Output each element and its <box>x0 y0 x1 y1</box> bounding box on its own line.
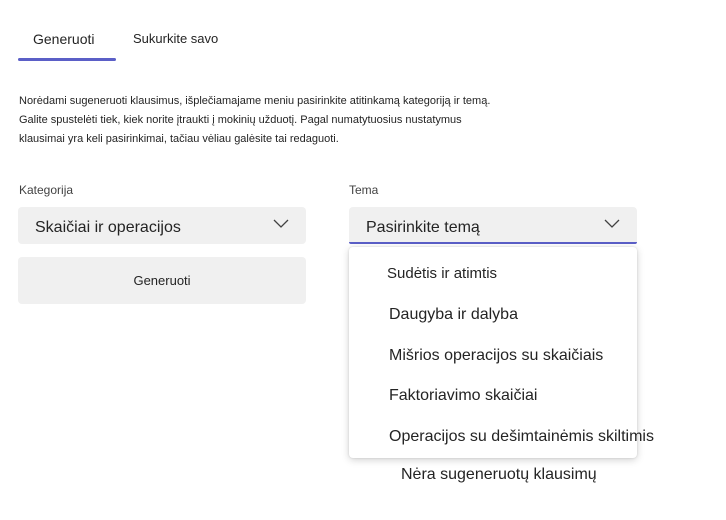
tab-generate[interactable]: Generuoti <box>33 31 94 47</box>
topic-option[interactable]: Mišrios operacijos su skaičiais <box>389 347 603 365</box>
category-label: Kategorija <box>19 183 74 197</box>
topic-label: Tema <box>349 183 379 197</box>
topic-option[interactable]: Operacijos su dešimtainėmis skiltimis <box>389 428 654 446</box>
chevron-down-icon <box>273 219 289 228</box>
topic-options-menu: Sudėtis ir atimtis Daugyba ir dalyba Miš… <box>349 247 654 458</box>
instructions-line: Galite spustelėti tiek, kiek norite įtra… <box>19 114 462 126</box>
instructions-text: Norėdami sugeneruoti klausimus, išplečia… <box>19 92 559 149</box>
active-tab-indicator <box>18 58 116 61</box>
instructions-line: klausimai yra keli pasirinkimai, tačiau … <box>19 133 339 145</box>
generate-button[interactable]: Generuoti <box>18 257 306 304</box>
topic-selected-value: Pasirinkite temą <box>366 219 480 236</box>
topic-option[interactable]: Daugyba ir dalyba <box>389 306 518 324</box>
topic-option[interactable]: Sudėtis ir atimtis <box>387 265 497 282</box>
chevron-down-icon <box>604 219 620 228</box>
topic-option[interactable]: Faktoriavimo skaičiai <box>389 387 537 405</box>
tab-create-your-own[interactable]: Sukurkite savo <box>133 31 218 46</box>
topic-dropdown[interactable]: Pasirinkite temą <box>349 207 637 244</box>
instructions-line: Norėdami sugeneruoti klausimus, išplečia… <box>19 95 491 107</box>
empty-state-message: Nėra sugeneruotų klausimų <box>401 466 597 483</box>
category-selected-value: Skaičiai ir operacijos <box>35 219 181 236</box>
category-dropdown[interactable]: Skaičiai ir operacijos <box>18 207 306 244</box>
